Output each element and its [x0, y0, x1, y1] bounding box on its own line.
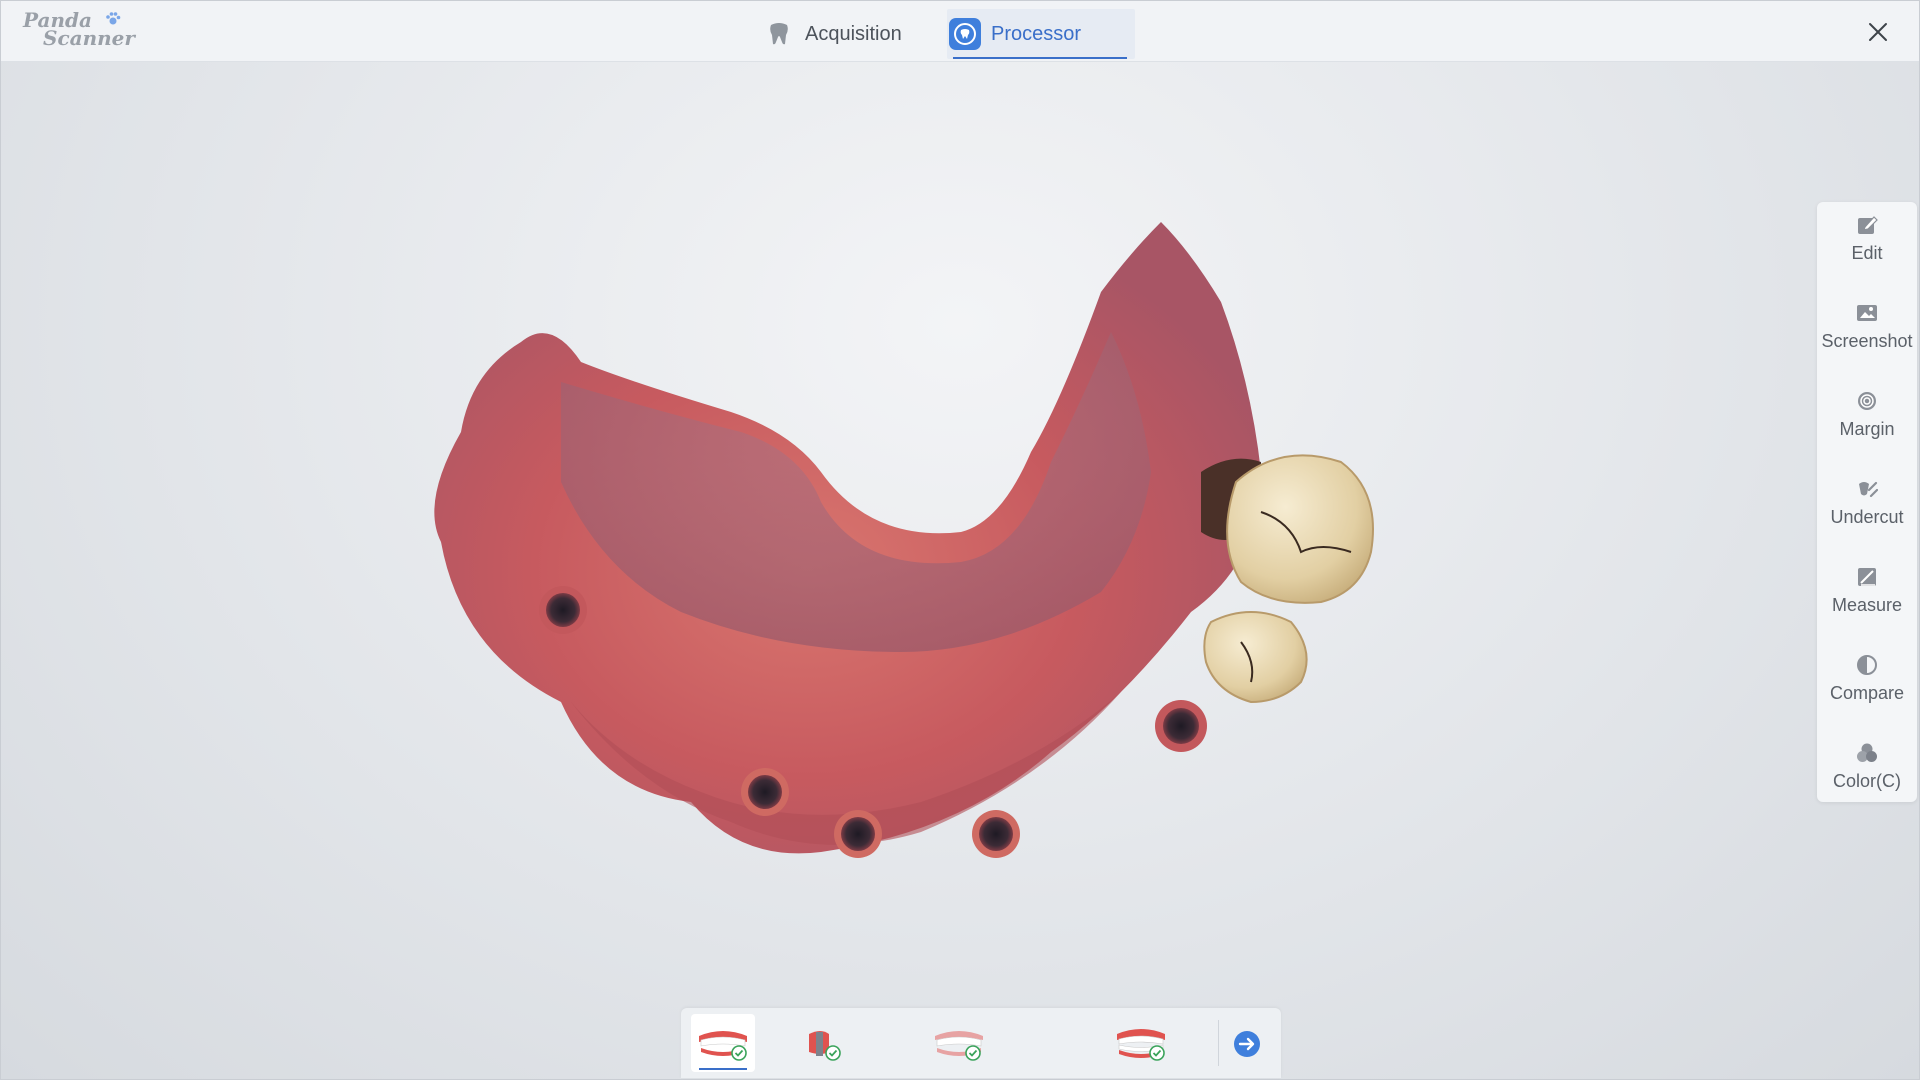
step-lower-jaw[interactable]: [927, 1014, 991, 1072]
scanbody-check-icon: [809, 1031, 841, 1061]
color-circles-icon: [1857, 743, 1877, 762]
screenshot-button[interactable]: Screenshot: [1817, 290, 1917, 374]
dental-scan-model[interactable]: [401, 182, 1431, 962]
tab-acquisition[interactable]: Acquisition: [763, 9, 902, 59]
half-circle-icon: [1857, 655, 1877, 675]
active-tab-indicator: [953, 57, 1127, 59]
screenshot-label: Screenshot: [1821, 331, 1913, 351]
margin-button[interactable]: Margin: [1817, 378, 1917, 462]
measure-button[interactable]: Measure: [1817, 554, 1917, 638]
lower-jaw-check-icon: [935, 1031, 983, 1061]
edit-button[interactable]: Edit: [1817, 202, 1917, 286]
color-button[interactable]: Color(C): [1817, 730, 1917, 814]
app-logo: Panda Scanner: [21, 10, 135, 51]
upper-jaw-check-icon: [699, 1031, 747, 1061]
margin-label: Margin: [1839, 419, 1895, 439]
measure-icon: [1858, 568, 1876, 586]
tab-processor[interactable]: Processor: [947, 9, 1135, 59]
color-label: Color(C): [1832, 771, 1901, 791]
scan-step-bar: [681, 1008, 1281, 1078]
bite-check-icon: [1117, 1029, 1165, 1061]
edit-label: Edit: [1851, 243, 1883, 263]
paw-icon: [106, 12, 121, 25]
active-step-indicator: [699, 1068, 747, 1070]
undercut-label: Undercut: [1830, 507, 1904, 527]
step-scanbody[interactable]: [793, 1014, 857, 1072]
tab-acquisition-label: Acquisition: [805, 22, 902, 45]
compare-button[interactable]: Compare: [1817, 642, 1917, 726]
processor-icon: [949, 18, 981, 50]
tooth-icon: [763, 18, 795, 50]
tool-panel: Edit Screenshot Margin Undercut Measure: [1817, 202, 1917, 802]
close-icon[interactable]: [1865, 19, 1891, 45]
step-divider: [1218, 1020, 1219, 1066]
3d-viewport[interactable]: [1, 62, 1919, 1079]
undercut-icon: [1859, 481, 1878, 498]
undercut-button[interactable]: Undercut: [1817, 466, 1917, 550]
next-arrow-icon[interactable]: [1233, 1030, 1261, 1058]
edit-icon: [1858, 216, 1878, 234]
tab-processor-label: Processor: [991, 22, 1082, 45]
margin-icon: [1858, 392, 1876, 410]
measure-label: Measure: [1831, 595, 1903, 615]
step-bite[interactable]: [1109, 1014, 1173, 1072]
logo-line2: Scanner: [43, 26, 135, 50]
step-upper-jaw[interactable]: [691, 1014, 755, 1072]
top-bar: Panda Scanner Acquisition Processor: [1, 1, 1919, 62]
image-icon: [1857, 305, 1877, 321]
compare-label: Compare: [1829, 683, 1905, 703]
